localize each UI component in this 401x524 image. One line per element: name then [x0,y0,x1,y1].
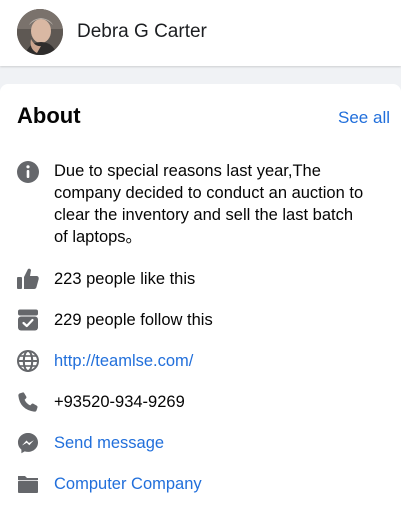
website-link[interactable]: http://teamlse.com/ [54,350,193,372]
thumbs-up-icon [16,267,40,291]
category-link[interactable]: Computer Company [54,473,202,495]
about-title: About [17,103,81,128]
profile-name[interactable]: Debra G Carter [77,21,207,43]
see-all-link[interactable]: See all [338,108,390,128]
globe-icon [16,349,40,373]
likes-count: 223 people like this [54,270,196,288]
messenger-icon [16,431,40,455]
page-header: Debra G Carter [0,0,401,66]
about-description: Due to special reasons last year,The com… [54,162,364,246]
about-card: About See all Due to special reasons las… [0,84,401,524]
phone-number[interactable]: +93520-934-9269 [54,391,185,413]
info-icon [16,160,40,184]
send-message-link[interactable]: Send message [54,432,164,454]
avatar[interactable] [17,9,63,55]
folder-icon [16,472,40,496]
follow-check-icon [16,308,40,332]
phone-icon [16,390,40,414]
follows-count: 229 people follow this [54,311,213,329]
